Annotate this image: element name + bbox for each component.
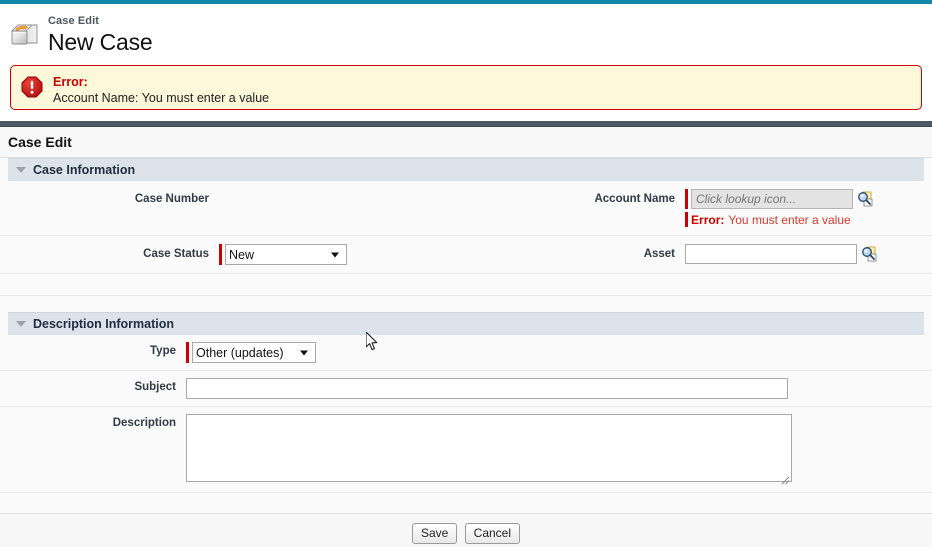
error-heading: Error: xyxy=(53,75,88,89)
case-number-label: Case Number xyxy=(134,193,210,205)
required-indicator xyxy=(219,244,223,265)
form-button-bar: Save Cancel xyxy=(0,513,932,547)
inline-error-prefix: Error: xyxy=(691,212,725,227)
section-spacer xyxy=(0,274,932,296)
form-title: Case Edit xyxy=(8,134,72,150)
field-asset: Asset xyxy=(466,236,932,273)
asset-input[interactable] xyxy=(685,244,858,264)
type-label: Type xyxy=(150,345,176,357)
case-briefcase-icon xyxy=(8,19,40,51)
field-row-2: Case Status New Asset xyxy=(0,236,932,274)
subject-input-line xyxy=(186,378,788,399)
section-gap xyxy=(0,296,932,312)
page-header: Case Edit New Case xyxy=(0,4,932,65)
case-status-field: New xyxy=(219,244,466,265)
account-name-input-line xyxy=(685,189,874,209)
asset-field xyxy=(685,244,932,264)
error-message: Account Name: You must enter a value xyxy=(53,91,270,105)
required-indicator-error xyxy=(685,212,689,227)
cancel-button[interactable]: Cancel xyxy=(464,523,521,544)
section-header-case-information[interactable]: Case Information xyxy=(8,158,924,181)
page-root: Case Edit New Case Error: Account Name: … xyxy=(0,0,932,547)
case-status-input-line: New xyxy=(219,244,348,265)
lookup-magnifier-icon[interactable] xyxy=(860,245,878,263)
error-octagon-icon xyxy=(21,76,43,98)
field-case-status: Case Status New xyxy=(0,236,466,273)
type-select-wrap[interactable]: Other (updates) xyxy=(192,342,316,363)
field-row-1: Case Number Account Name Click lookup ic… xyxy=(0,181,932,236)
account-name-field: Error: You must enter a value xyxy=(685,189,932,227)
type-input-line: Other (updates) xyxy=(186,342,316,363)
save-button[interactable]: Save xyxy=(411,523,458,544)
page-title-block: Case Edit New Case xyxy=(48,15,153,55)
field-row-description: Description xyxy=(0,407,932,493)
error-banner: Error: Account Name: You must enter a va… xyxy=(10,65,922,110)
account-name-label: Account Name xyxy=(594,193,676,205)
field-case-number: Case Number xyxy=(0,181,466,235)
case-status-select-wrap[interactable]: New xyxy=(225,244,348,265)
subject-label: Subject xyxy=(134,381,176,393)
asset-label: Asset xyxy=(643,248,676,260)
required-indicator xyxy=(186,342,189,363)
field-row-type: Type Other (updates) xyxy=(0,335,932,371)
field-account-name: Account Name Click lookup icon... Error:… xyxy=(466,181,932,235)
asset-input-line xyxy=(685,244,878,264)
account-name-input[interactable] xyxy=(691,189,854,209)
case-status-label: Case Status xyxy=(143,248,210,260)
account-name-inline-error: Error: You must enter a value xyxy=(685,209,851,227)
field-row-subject: Subject xyxy=(0,371,932,407)
type-select[interactable]: Other (updates) xyxy=(192,342,316,363)
subject-input[interactable] xyxy=(186,378,788,399)
section-title: Description Information xyxy=(33,317,174,331)
section-header-description-information[interactable]: Description Information xyxy=(8,312,924,335)
breadcrumb: Case Edit xyxy=(48,15,100,27)
error-texts: Error: Account Name: You must enter a va… xyxy=(53,74,269,106)
lookup-magnifier-icon[interactable] xyxy=(856,190,874,208)
description-label: Description xyxy=(112,417,176,429)
triangle-down-icon[interactable] xyxy=(16,167,26,173)
required-indicator xyxy=(685,189,689,209)
form-title-bar: Case Edit xyxy=(0,127,932,158)
page-title: New Case xyxy=(48,29,153,55)
inline-error-text: You must enter a value xyxy=(728,212,851,227)
section-title: Case Information xyxy=(33,163,136,177)
form-body: Case Information Case Number Account Nam… xyxy=(0,158,932,547)
error-banner-wrap: Error: Account Name: You must enter a va… xyxy=(0,65,932,110)
case-status-select[interactable]: New xyxy=(225,244,348,265)
description-textarea-wrap xyxy=(186,414,792,485)
triangle-down-icon[interactable] xyxy=(16,321,26,327)
pre-button-gap xyxy=(0,493,932,513)
description-input-line xyxy=(186,414,792,485)
description-textarea[interactable] xyxy=(186,414,792,482)
